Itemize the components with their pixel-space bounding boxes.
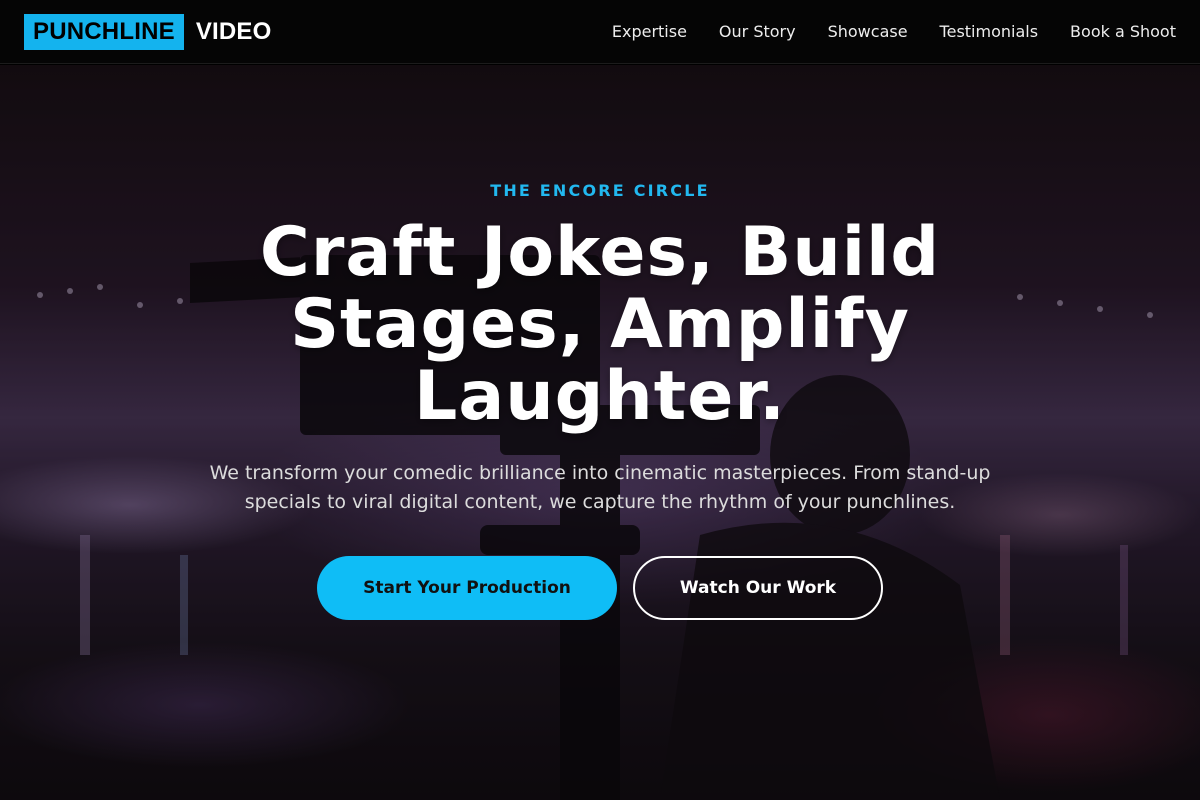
nav-links: Expertise Our Story Showcase Testimonial… [580,22,1176,41]
nav-link-showcase[interactable]: Showcase [828,22,908,41]
brand-logo[interactable]: PUNCHLINE VIDEO [24,13,272,50]
hero-headline-line-3: Laughter. [413,357,786,436]
nav-link-expertise[interactable]: Expertise [612,22,687,41]
nav-link-our-story[interactable]: Our Story [719,22,796,41]
hero-headline-line-2: Stages, Amplify [290,285,910,364]
brand-logo-suffix: VIDEO [195,17,272,45]
nav-link-book-a-shoot[interactable]: Book a Shoot [1070,22,1176,41]
watch-our-work-button[interactable]: Watch Our Work [633,556,883,620]
brand-logo-highlight: PUNCHLINE [24,13,184,50]
hero-headline-line-1: Craft Jokes, Build [259,213,941,292]
hero-eyebrow: THE ENCORE CIRCLE [490,181,710,200]
hero-section: THE ENCORE CIRCLE Craft Jokes, Build Sta… [0,65,1200,800]
hero-subtext-line-1: We transform your comedic brilliance int… [209,462,991,484]
hero-subtext-line-2: specials to viral digital content, we ca… [244,491,956,513]
start-production-button[interactable]: Start Your Production [317,556,617,620]
hero-subtext: We transform your comedic brilliance int… [170,459,1030,517]
hero-headline: Craft Jokes, Build Stages, Amplify Laugh… [200,217,1000,433]
nav-link-testimonials[interactable]: Testimonials [940,22,1039,41]
top-navbar: PUNCHLINE VIDEO Expertise Our Story Show… [0,0,1200,64]
